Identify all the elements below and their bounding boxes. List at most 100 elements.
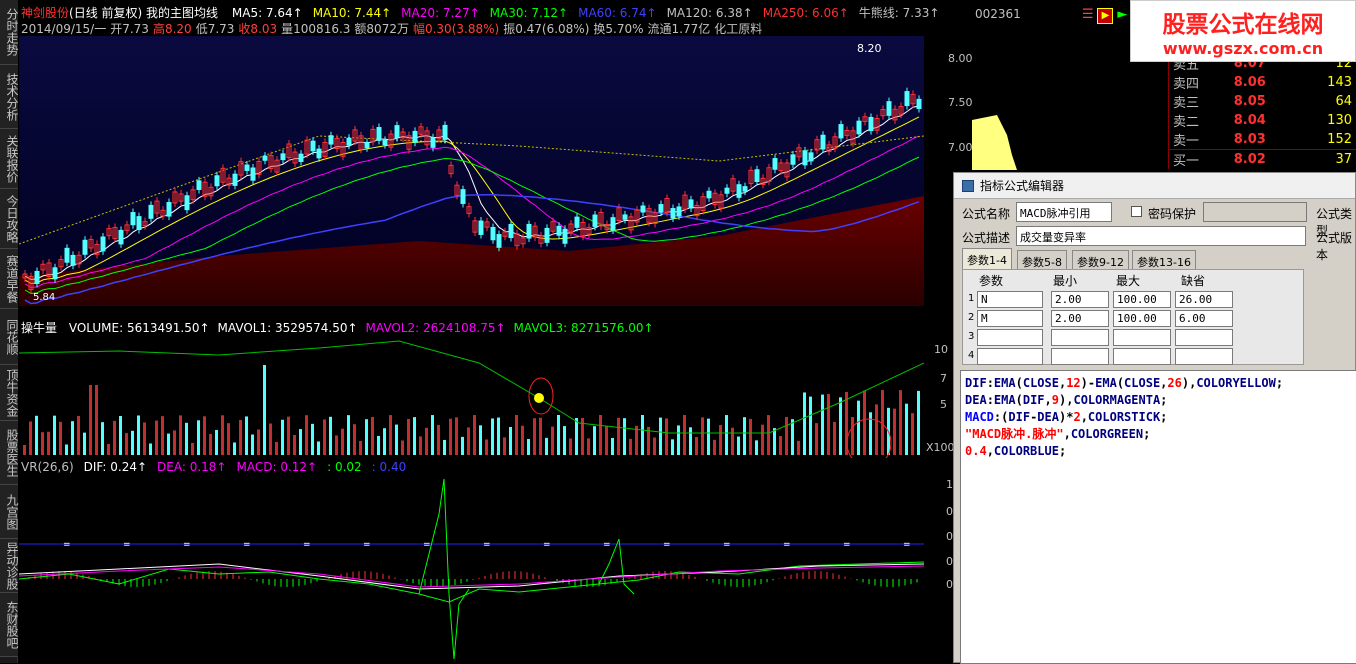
period-label: (日线 前复权) <box>69 6 142 20</box>
left-tab-8[interactable]: 九宫图 <box>0 485 18 539</box>
formula-desc-input[interactable]: 成交量变异率 <box>1016 226 1306 246</box>
code-token: 12 <box>1066 376 1080 390</box>
param-max-cell[interactable]: 100.00 <box>1113 291 1171 308</box>
order-book-row[interactable]: 卖一8.03152 <box>1169 130 1356 150</box>
param-min-cell[interactable]: 2.00 <box>1051 310 1109 327</box>
left-tab-0[interactable]: 分时走势 <box>0 0 18 65</box>
volume-bar <box>653 438 656 455</box>
flag-icon[interactable]: ► <box>1117 7 1127 22</box>
volume-bar <box>479 425 482 455</box>
password-input[interactable] <box>1203 202 1307 222</box>
menu-icon[interactable]: ▶ <box>1097 8 1113 24</box>
param-name-cell[interactable] <box>977 329 1043 346</box>
volume-bar <box>731 428 734 455</box>
left-tab-9[interactable]: 异动诊股 <box>0 539 18 593</box>
code-token: , <box>987 444 994 458</box>
kline-chart[interactable]: 神剑股份(日线 前复权) 我的主图均线 MA5: 7.64↑MA10: 7.44… <box>19 0 924 663</box>
order-book-row[interactable]: 卖三8.0564 <box>1169 92 1356 111</box>
order-book-price: 8.06 <box>1230 73 1292 92</box>
volume-bar <box>23 445 26 455</box>
order-book-label: 卖二 <box>1169 111 1230 130</box>
volume-bar <box>515 415 518 455</box>
volume-bar <box>257 430 260 455</box>
order-book-row[interactable]: 卖四8.06143 <box>1169 73 1356 92</box>
param-min-cell[interactable] <box>1051 329 1109 346</box>
order-book-row[interactable]: 买一8.0237 <box>1169 150 1356 170</box>
volume-bar <box>533 418 536 455</box>
param-name-cell[interactable] <box>977 348 1043 365</box>
toolbar-icons: ☰ ▶ ► <box>1082 7 1127 24</box>
volume-bar <box>179 415 182 455</box>
code-token: ; <box>1160 410 1167 424</box>
quote-info-item: 换5.70% <box>593 22 643 36</box>
formula-name-input[interactable]: MACD脉冲引用 <box>1016 202 1112 222</box>
param-max-cell[interactable]: 100.00 <box>1113 310 1171 327</box>
volume-bar <box>785 417 788 455</box>
tab-params-9-12[interactable]: 参数9-12 <box>1072 250 1129 270</box>
param-default-cell[interactable]: 6.00 <box>1175 310 1233 327</box>
code-line: DIF:EMA(CLOSE,12)-EMA(CLOSE,26),COLORYEL… <box>965 375 1352 392</box>
volume-bar <box>473 415 476 455</box>
password-checkbox[interactable] <box>1131 206 1142 217</box>
volume-bar <box>425 428 428 455</box>
volume-bar <box>593 426 596 455</box>
volume-bar <box>509 427 512 455</box>
chart-icon[interactable]: ☰ <box>1082 7 1094 22</box>
order-book-label: 买一 <box>1169 150 1230 170</box>
param-max-cell[interactable] <box>1113 329 1171 346</box>
macd-marker: = <box>903 540 911 550</box>
macd-marker: = <box>543 540 551 550</box>
volume-bar <box>329 417 332 455</box>
volume-bar <box>539 418 542 455</box>
left-tab-3[interactable]: 今日攻略 <box>0 189 18 249</box>
left-tab-5[interactable]: 同花顺 <box>0 309 18 365</box>
order-book-vol: 37 <box>1292 150 1356 170</box>
left-tab-10[interactable]: 东财股吧 <box>0 593 18 657</box>
volume-bar <box>497 418 500 455</box>
order-book-row[interactable]: 卖二8.04130 <box>1169 111 1356 130</box>
tab-params-1-4[interactable]: 参数1-4 <box>962 248 1012 270</box>
code-token: : <box>987 393 994 407</box>
left-tab-7[interactable]: 股票医生 <box>0 421 18 485</box>
volume-bar <box>221 415 224 455</box>
formula-editor-dialog[interactable]: 指标公式编辑器 公式名称 MACD脉冲引用 密码保护 公式类型 公式描述 成交量… <box>953 172 1356 663</box>
tab-params-13-16[interactable]: 参数13-16 <box>1132 250 1196 270</box>
left-tab-6[interactable]: 顶牛资金 <box>0 365 18 421</box>
volume-bar <box>617 418 620 455</box>
formula-code-editor[interactable]: DIF:EMA(CLOSE,12)-EMA(CLOSE,26),COLORYEL… <box>960 370 1356 664</box>
ma-legend-item: MA250: 6.06↑ <box>763 6 849 20</box>
param-min-cell[interactable]: 2.00 <box>1051 291 1109 308</box>
volume-bar <box>695 437 698 455</box>
volume-bar <box>125 433 128 455</box>
param-name-cell[interactable]: N <box>977 291 1043 308</box>
code-token: 2 <box>1073 410 1080 424</box>
param-default-cell[interactable] <box>1175 329 1233 346</box>
volume-bar <box>323 419 326 455</box>
left-tab-1[interactable]: 技术分析 <box>0 65 18 129</box>
param-default-cell[interactable] <box>1175 348 1233 365</box>
order-book-price: 8.02 <box>1230 150 1292 170</box>
param-min-cell[interactable] <box>1051 348 1109 365</box>
ma-legend: MA5: 7.64↑MA10: 7.44↑MA20: 7.27↑MA30: 7.… <box>222 6 940 20</box>
code-token: COLORSTICK <box>1088 410 1160 424</box>
volume-bar <box>725 415 728 455</box>
code-token: , <box>1064 427 1071 441</box>
volume-bar <box>521 426 524 455</box>
volume-bar <box>611 438 614 455</box>
left-tab-4[interactable]: 赛道早餐 <box>0 249 18 309</box>
tab-params-5-8[interactable]: 参数5-8 <box>1017 250 1067 270</box>
volume-bar <box>227 423 230 455</box>
code-token: 26 <box>1167 376 1181 390</box>
order-book-label: 卖四 <box>1169 73 1230 92</box>
code-token: COLORGREEN <box>1071 427 1143 441</box>
left-tab-2[interactable]: 关联报价 <box>0 129 18 189</box>
volume-bar <box>383 428 386 455</box>
param-name-cell[interactable]: M <box>977 310 1043 327</box>
volume-bar <box>305 415 308 455</box>
param-default-cell[interactable]: 26.00 <box>1175 291 1233 308</box>
quote-info-item: 开7.73 <box>110 22 149 36</box>
param-max-cell[interactable] <box>1113 348 1171 365</box>
volume-bar <box>449 419 452 455</box>
site-watermark: 股票公式在线网 www.gszx.com.cn <box>1130 0 1356 62</box>
editor-titlebar[interactable]: 指标公式编辑器 <box>954 173 1355 199</box>
